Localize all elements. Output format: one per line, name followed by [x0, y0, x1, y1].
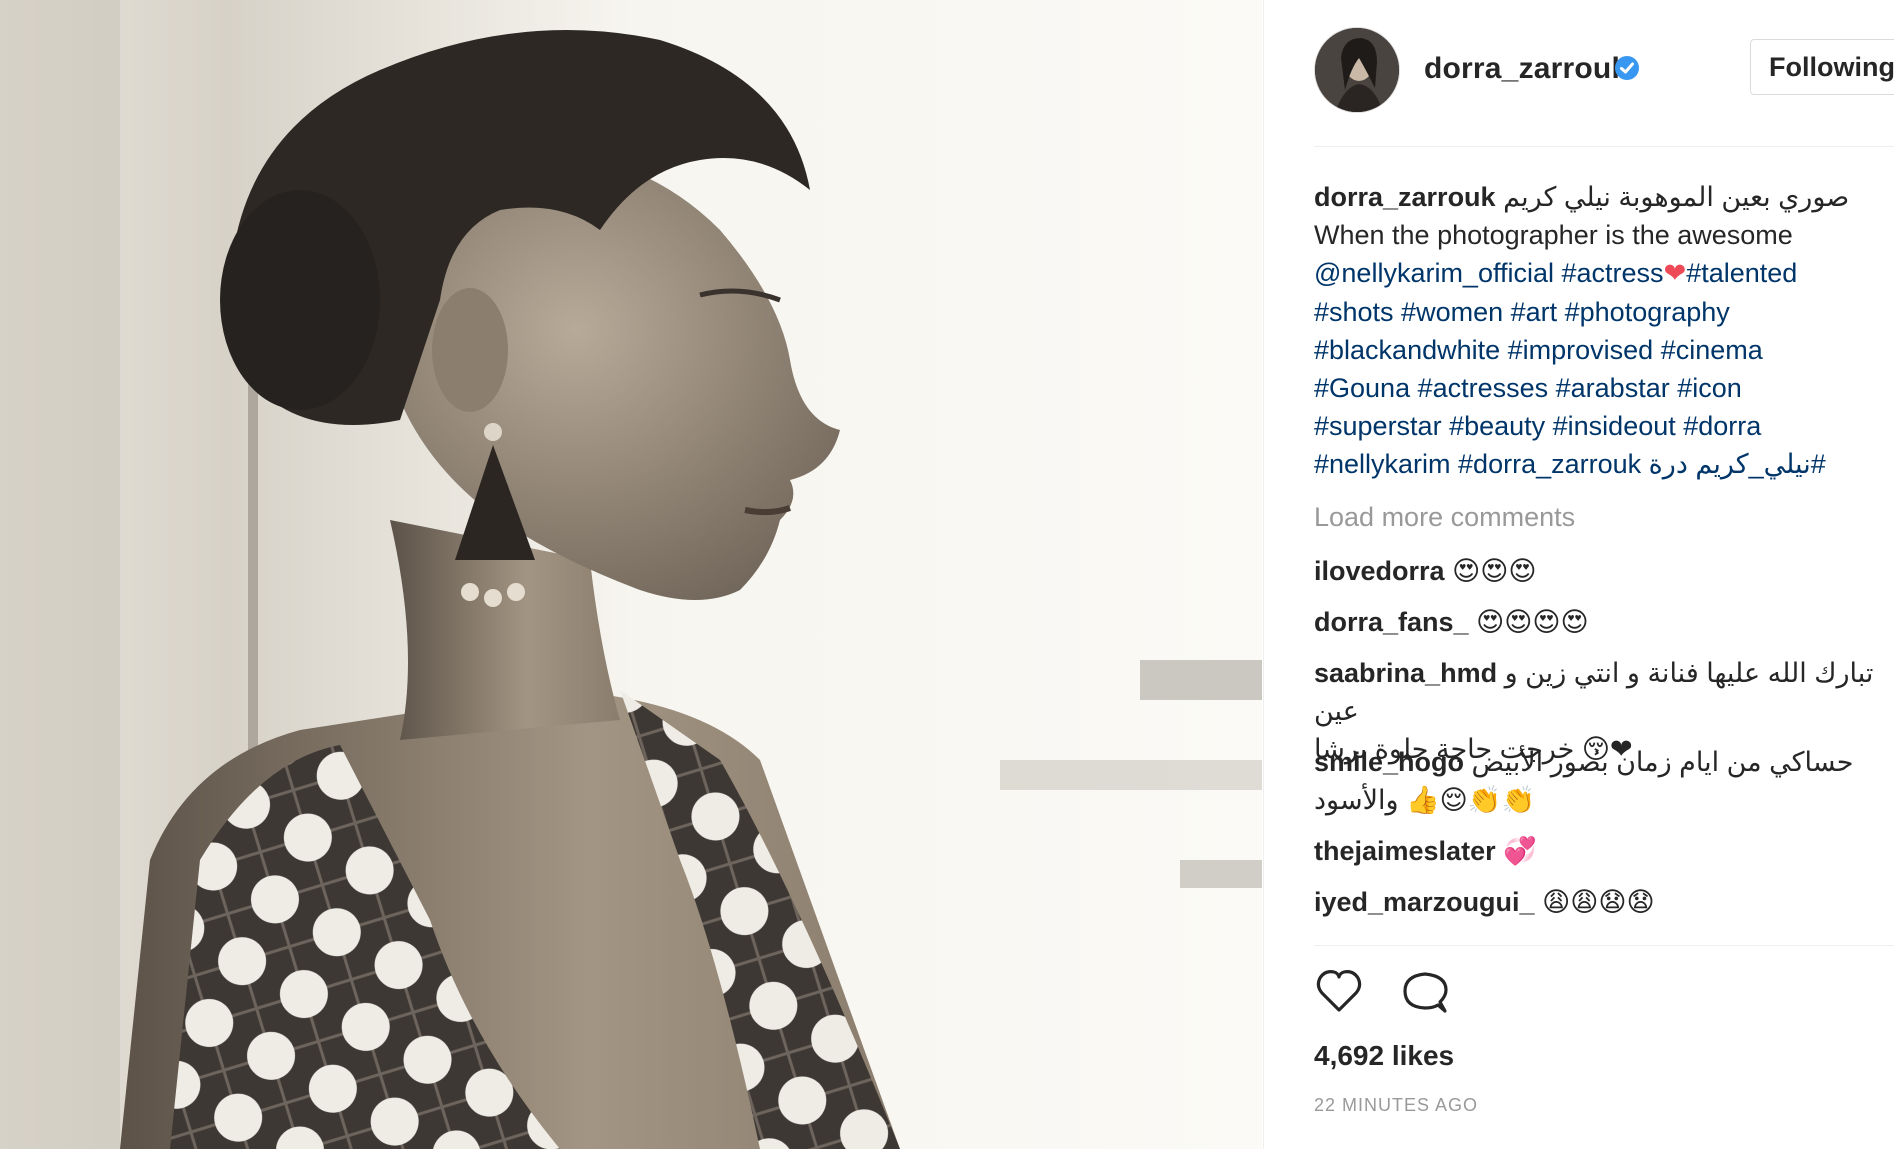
comment-text: 💞 [1503, 836, 1537, 867]
speech-bubble-icon[interactable] [1400, 966, 1450, 1016]
caption-line: @nellykarim_official #actress❤#talented [1314, 254, 1874, 293]
caption-line: dorra_zarrouk صوري بعين الموهوبة نيلي كر… [1314, 178, 1874, 216]
avatar-image [1315, 28, 1399, 112]
comment-text: حساكي من ايام زمان بصور الأبيض [1471, 747, 1854, 777]
comment-item: thejaimeslater 💞 [1314, 832, 1874, 871]
comment-author[interactable]: ilovedorra [1314, 556, 1445, 586]
comment-text-continued: والأسود [1314, 785, 1399, 815]
comment-item: dorra_fans_ 😍😍😍😍 [1314, 603, 1874, 642]
hashtag-line[interactable]: #blackandwhite #improvised #cinema [1314, 331, 1874, 369]
hashtag-line[interactable]: #superstar #beauty #insideout #dorra [1314, 407, 1874, 445]
comment-author[interactable]: saabrina_hmd [1314, 658, 1497, 688]
comment-item: iyed_marzougui_ 😩😩😧😧 [1314, 883, 1874, 922]
hashtag-link-arabic[interactable]: #نيلي_كريم درة [1649, 449, 1826, 479]
hashtag-link[interactable]: #talented [1686, 258, 1797, 288]
post-sidebar: dorra_zarrouk Following dorra_zarrouk صو… [1263, 0, 1894, 1149]
actions-divider [1314, 945, 1894, 946]
comment-author[interactable]: smile_hogo [1314, 747, 1464, 777]
photo-image [0, 0, 1262, 1149]
hashtag-line[interactable]: #shots #women #art #photography [1314, 293, 1874, 331]
following-button[interactable]: Following [1750, 39, 1894, 95]
comment-author[interactable]: dorra_fans_ [1314, 607, 1469, 637]
comment-emoji: 👍😌👏👏 [1406, 785, 1536, 816]
load-more-comments-link[interactable]: Load more comments [1314, 502, 1575, 533]
comment-text: 😍😍😍😍 [1476, 607, 1589, 638]
header-divider [1314, 146, 1894, 147]
caption-block: dorra_zarrouk صوري بعين الموهوبة نيلي كر… [1314, 178, 1874, 483]
caption-line: #nellykarim #dorra_zarrouk #نيلي_كريم در… [1314, 445, 1874, 483]
caption-arabic-text: صوري بعين الموهوبة نيلي كريم [1503, 182, 1850, 212]
post-header: dorra_zarrouk Following [1264, 0, 1894, 146]
post-timestamp: 22 MINUTES AGO [1314, 1095, 1479, 1115]
post-author-username[interactable]: dorra_zarrouk [1424, 52, 1628, 86]
caption-author[interactable]: dorra_zarrouk [1314, 182, 1496, 212]
comment-item: ilovedorra 😍😍😍 [1314, 552, 1874, 591]
heart-outline-icon[interactable] [1314, 966, 1364, 1016]
hashtag-link[interactable]: #actress [1562, 258, 1664, 288]
comment-item-cutoff [1314, 938, 1614, 948]
comment-text: 😩😩😧😧 [1542, 887, 1655, 918]
comment-text: 😍😍😍 [1452, 556, 1537, 587]
comment-author[interactable]: thejaimeslater [1314, 836, 1496, 866]
heart-emoji-icon: ❤ [1663, 258, 1687, 289]
post-photo[interactable] [0, 0, 1262, 1149]
verified-badge-icon [1615, 56, 1639, 80]
caption-line: When the photographer is the awesome [1314, 220, 1793, 250]
comment-author[interactable]: iyed_marzougui_ [1314, 887, 1535, 917]
comment-item: smile_hogo حساكي من ايام زمان بصور الأبي… [1314, 743, 1874, 820]
hashtag-line[interactable]: #Gouna #actresses #arabstar #icon [1314, 369, 1874, 407]
avatar[interactable] [1314, 27, 1400, 113]
hashtag-link[interactable]: #nellykarim #dorra_zarrouk [1314, 449, 1641, 479]
mention-link[interactable]: @nellykarim_official [1314, 258, 1554, 288]
likes-count[interactable]: 4,692 likes [1314, 1040, 1454, 1072]
